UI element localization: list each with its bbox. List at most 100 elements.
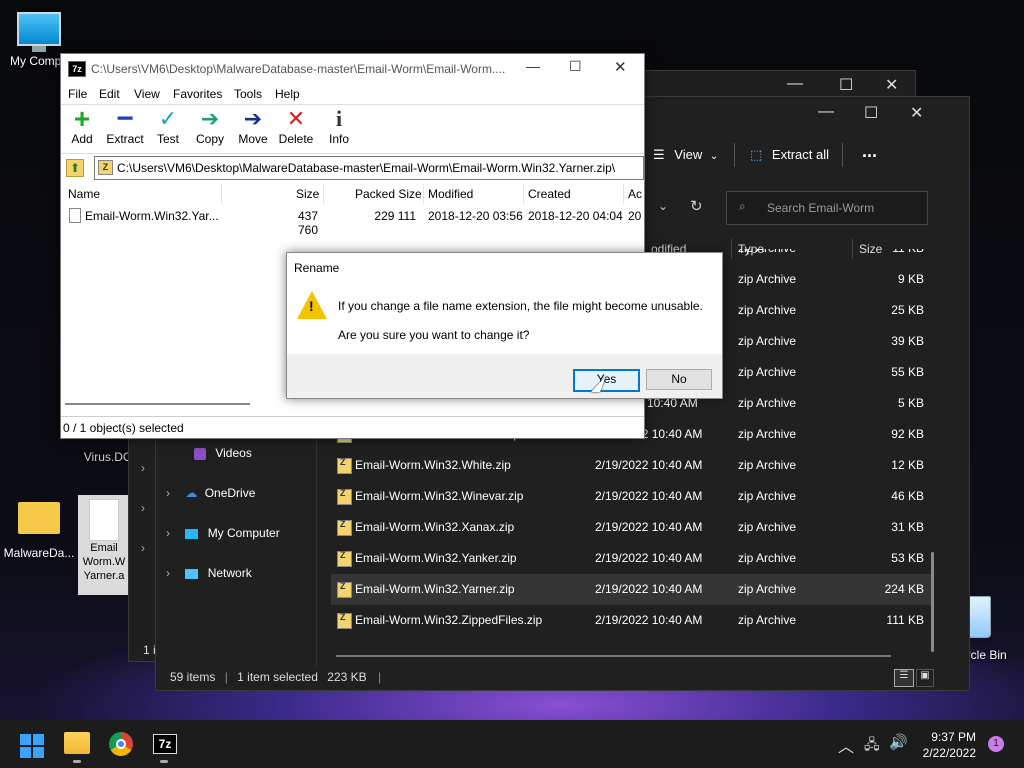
column-packed-size[interactable]: Packed Size: [355, 187, 422, 201]
nav-chevron[interactable]: ›: [141, 461, 145, 475]
separator: [842, 143, 843, 167]
horizontal-scrollbar[interactable]: [65, 403, 250, 405]
menu-view[interactable]: View: [134, 87, 160, 101]
checkmark-icon: ✓: [158, 106, 178, 131]
file-size: 39 KB: [891, 334, 924, 348]
file-explorer-taskbar-icon[interactable]: [64, 732, 90, 754]
path-field[interactable]: Z C:\Users\VM6\Desktop\MalwareDatabase-m…: [94, 156, 644, 180]
taskbar-active-indicator: [73, 760, 81, 763]
extract-all-button[interactable]: ⬚ Extract all: [750, 147, 829, 163]
nav-item-videos[interactable]: Videos: [194, 446, 252, 460]
refresh-icon[interactable]: ↻: [690, 197, 703, 215]
horizontal-scrollbar[interactable]: [336, 655, 891, 657]
maximize-button[interactable]: ☐: [864, 103, 878, 123]
maximize-button[interactable]: ☐: [569, 58, 582, 75]
file-row[interactable]: Email-Worm.Win32.ZippedFiles.zip 2/19/202…: [331, 605, 931, 636]
no-button[interactable]: No: [646, 369, 712, 390]
start-button[interactable]: [20, 734, 44, 758]
search-icon: ⌕: [739, 199, 746, 213]
file-date: 2/19/2022 10:40 AM: [595, 489, 703, 503]
menu-file[interactable]: File: [68, 87, 87, 101]
videos-icon: [194, 447, 206, 460]
column-accessed[interactable]: Ac: [628, 187, 642, 201]
add-button[interactable]: + Add: [67, 105, 97, 147]
column-size[interactable]: Size: [296, 187, 319, 201]
minimize-button[interactable]: —: [526, 58, 540, 74]
file-name: Email-Worm.Win32.White.zip: [355, 458, 511, 472]
extract-button[interactable]: − Extract: [105, 104, 145, 147]
dialog-question: Are you sure you want to change it?: [338, 328, 530, 342]
maximize-button[interactable]: ☐: [839, 75, 853, 95]
desktop-icon-label: Email Worm.W Yarner.a: [82, 542, 126, 582]
chrome-taskbar-icon[interactable]: [109, 732, 133, 756]
nav-chevron[interactable]: ›: [141, 541, 145, 555]
minimize-button[interactable]: —: [818, 103, 834, 121]
desktop-icon-email-worm-file[interactable]: Email Worm.W Yarner.a: [78, 495, 130, 595]
chevron-up-icon[interactable]: ︿: [838, 733, 854, 757]
file-type: zip Archive: [738, 249, 796, 255]
more-options-button[interactable]: ...: [862, 141, 877, 162]
nav-chevron[interactable]: ›: [141, 501, 145, 515]
copy-button[interactable]: ➔ Copy: [195, 106, 225, 146]
chevron-right-icon: ›: [166, 566, 170, 580]
chevron-down-icon[interactable]: ⌄: [658, 199, 668, 213]
move-button[interactable]: ➔ Move: [238, 106, 268, 146]
file-row[interactable]: Email-Worm.Win32.Yarner.zip 2/19/2022 10:…: [331, 574, 931, 605]
file-date: 2/19/2022 10:40 AM: [595, 613, 703, 627]
file-size: 53 KB: [891, 551, 924, 565]
minimize-button[interactable]: —: [787, 75, 803, 93]
sevenzip-taskbar-icon[interactable]: 7z: [153, 734, 177, 754]
file-size: 11 KB: [851, 249, 924, 255]
rename-dialog[interactable]: Rename ! If you change a file name exten…: [286, 252, 723, 399]
notification-badge[interactable]: 1: [988, 736, 1004, 752]
file-type: zip Archive: [738, 272, 797, 286]
file-type: zip Archive: [738, 489, 797, 503]
menu-help[interactable]: Help: [275, 87, 300, 101]
file-row[interactable]: Email-Worm.Win32.White.zip 2/19/2022 10:4…: [331, 450, 931, 481]
menu-favorites[interactable]: Favorites: [173, 87, 222, 101]
file-size: 5 KB: [897, 396, 924, 410]
close-button[interactable]: ✕: [910, 103, 923, 123]
menu-edit[interactable]: Edit: [99, 87, 120, 101]
desktop-icon-malware-database[interactable]: MalwareDa...: [0, 500, 78, 560]
delete-button[interactable]: ✕ Delete: [278, 106, 314, 146]
close-button[interactable]: ✕: [614, 58, 627, 76]
path-text: C:\Users\VM6\Desktop\MalwareDatabase-mas…: [117, 161, 616, 175]
clock[interactable]: 9:37 PM 2/22/2022: [914, 729, 976, 761]
archive-row[interactable]: Email-Worm.Win32.Yar... 437 760 229 111 …: [61, 206, 644, 237]
search-box[interactable]: ⌕ Search Email-Worm: [726, 191, 928, 225]
nav-item-my-computer[interactable]: › My Computer: [166, 526, 280, 540]
yes-button[interactable]: Yes: [573, 369, 640, 392]
file-row[interactable]: Email-Worm.Win32.Xanax.zip 2/19/2022 10:4…: [331, 512, 931, 543]
close-button[interactable]: ✕: [885, 75, 898, 95]
volume-icon[interactable]: 🔊: [889, 733, 908, 751]
test-button[interactable]: ✓ Test: [154, 106, 182, 146]
column-name[interactable]: Name: [68, 187, 100, 201]
column-modified[interactable]: Modified: [428, 187, 473, 201]
network-icon: [185, 568, 199, 579]
zip-icon: [337, 519, 352, 536]
menu-tools[interactable]: Tools: [234, 87, 262, 101]
up-folder-button[interactable]: ⬆: [66, 159, 84, 177]
file-size: 111 KB: [886, 613, 924, 627]
details-view-button[interactable]: ☰: [894, 669, 914, 687]
info-button[interactable]: i Info: [326, 106, 352, 146]
window-title: C:\Users\VM6\Desktop\MalwareDatabase-mas…: [91, 62, 506, 76]
nav-item-onedrive[interactable]: › ☁ OneDrive: [166, 486, 255, 500]
folder-icon: [18, 502, 60, 534]
file-type: zip Archive: [738, 365, 797, 379]
file-date: 2/19/2022 10:40 AM: [595, 582, 703, 596]
nav-item-network[interactable]: › Network: [166, 566, 252, 580]
column-created[interactable]: Created: [528, 187, 571, 201]
file-name: Email-Worm.Win32.Yanker.zip: [355, 551, 517, 565]
file-size: 31 KB: [891, 520, 924, 534]
network-icon[interactable]: 🖧: [864, 734, 880, 758]
scrollbar-thumb[interactable]: [931, 552, 934, 652]
view-button[interactable]: ☰ View ⌄: [653, 147, 718, 163]
tiles-view-button[interactable]: ▣: [916, 669, 934, 687]
sevenzip-app-icon: 7z: [68, 61, 86, 77]
file-type: zip Archive: [738, 396, 797, 410]
file-row[interactable]: Email-Worm.Win32.Winevar.zip 2/19/2022 10…: [331, 481, 931, 512]
file-size: 46 KB: [891, 489, 924, 503]
file-row[interactable]: Email-Worm.Win32.Yanker.zip 2/19/2022 10:…: [331, 543, 931, 574]
